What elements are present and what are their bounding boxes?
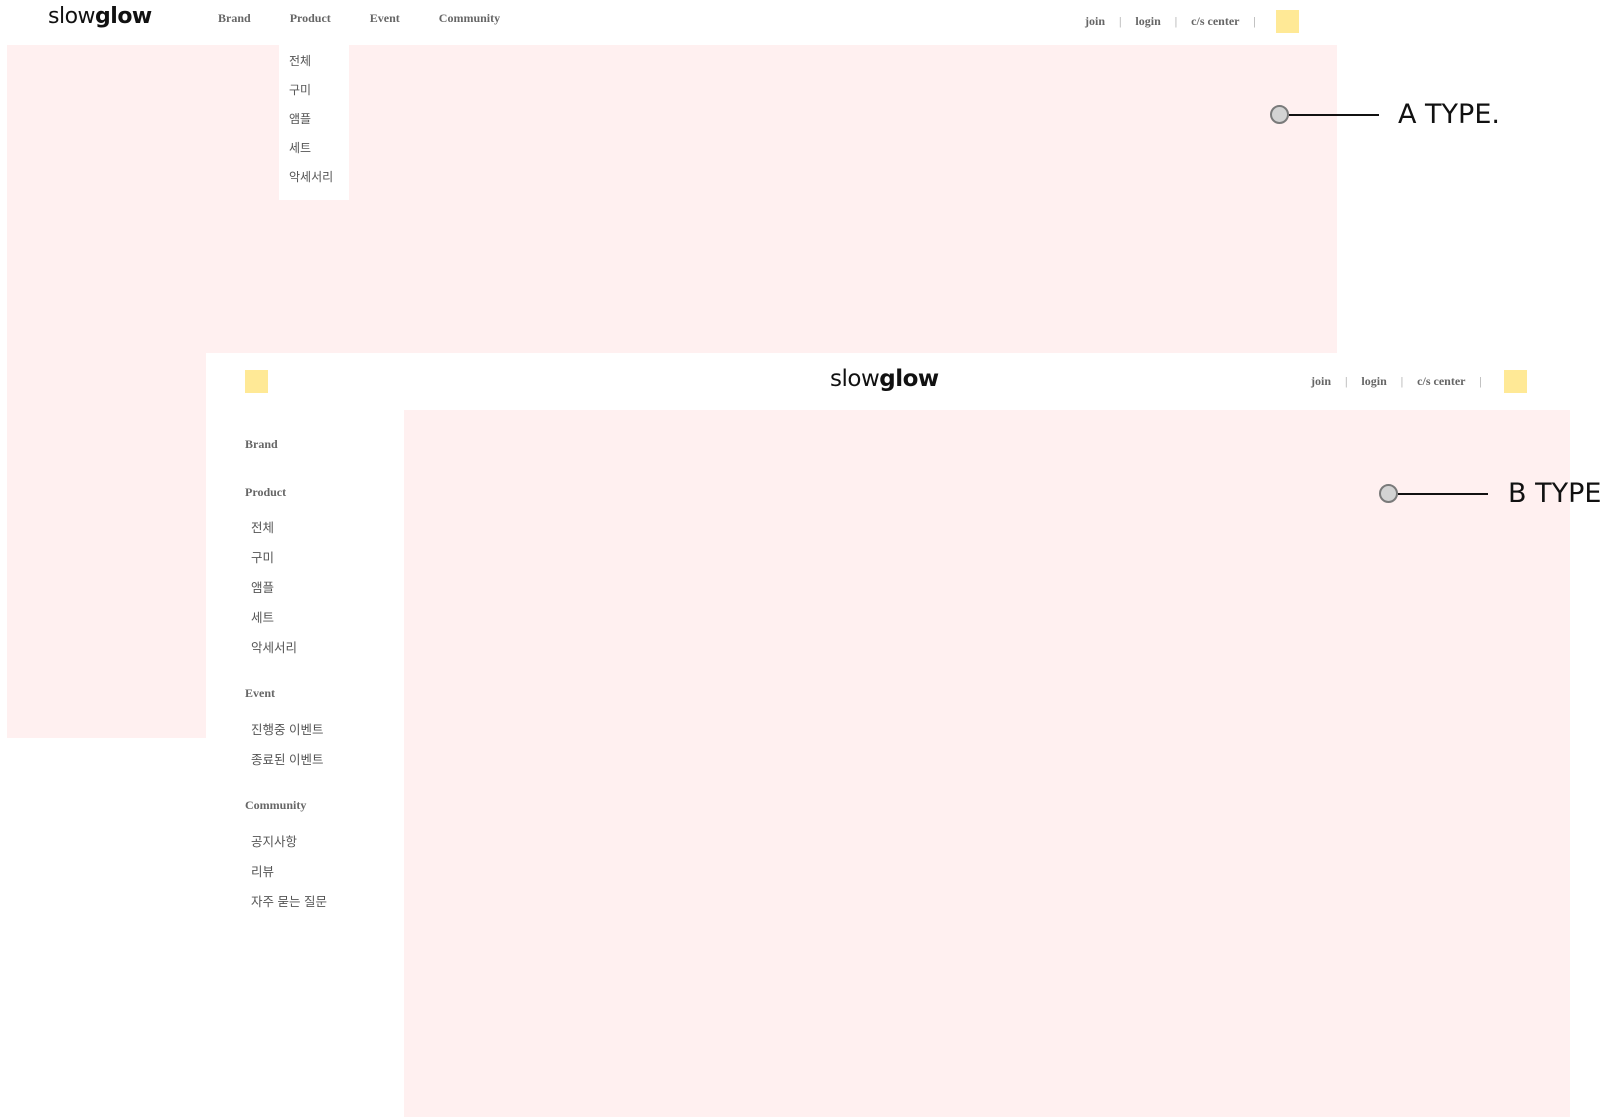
- nav-brand[interactable]: Brand: [218, 11, 251, 26]
- cs-center-link[interactable]: c/s center: [1417, 374, 1465, 389]
- sidebar-item-accessory[interactable]: 악세서리: [245, 637, 395, 686]
- separator: |: [1119, 14, 1122, 28]
- sidebar-item-review[interactable]: 리뷰: [245, 861, 395, 891]
- annotation-label: A TYPE.: [1398, 99, 1500, 130]
- annotation-label: B TYPE.: [1508, 478, 1603, 509]
- sidebar-item-notice[interactable]: 공지사항: [245, 831, 395, 861]
- nav-community[interactable]: Community: [439, 11, 500, 26]
- join-link[interactable]: join: [1311, 374, 1331, 389]
- login-link[interactable]: login: [1135, 14, 1160, 29]
- sidebar-item-ampoule[interactable]: 앰플: [245, 577, 395, 607]
- a-type-nav: Brand Product Event Community: [218, 11, 539, 26]
- dropdown-item-ampoule[interactable]: 앰플: [279, 111, 349, 140]
- a-type-logo[interactable]: slowglow: [48, 4, 152, 29]
- sidebar-item-set[interactable]: 세트: [245, 607, 395, 637]
- placeholder-square-icon[interactable]: [1275, 10, 1299, 33]
- sidebar-item-gummy[interactable]: 구미: [245, 547, 395, 577]
- annotation-a-type: A TYPE.: [1270, 99, 1500, 130]
- placeholder-square-icon[interactable]: [245, 370, 268, 393]
- nav-event[interactable]: Event: [370, 11, 400, 26]
- sidebar-item-all[interactable]: 전체: [245, 517, 395, 547]
- separator: |: [1253, 14, 1256, 28]
- b-type-logo[interactable]: slowglow: [830, 366, 939, 392]
- sidebar-item-faq[interactable]: 자주 묻는 질문: [245, 891, 395, 921]
- separator: |: [1174, 14, 1178, 28]
- sidebar-cat-brand[interactable]: Brand: [245, 437, 395, 485]
- sidebar-cat-community[interactable]: Community: [245, 798, 395, 831]
- a-type-util-links: join | login | c/s center |: [1085, 10, 1299, 33]
- dropdown-item-set[interactable]: 세트: [279, 140, 349, 169]
- sidebar-cat-event[interactable]: Event: [245, 686, 395, 719]
- sidebar-cat-product[interactable]: Product: [245, 485, 395, 517]
- dropdown-item-accessory[interactable]: 악세서리: [279, 169, 349, 198]
- b-type-util-links: join | login | c/s center |: [1311, 370, 1527, 393]
- annotation-line: [1289, 113, 1379, 116]
- b-type-content-area: [404, 410, 1570, 1117]
- product-dropdown: 전체 구미 앰플 세트 악세서리: [279, 45, 349, 200]
- dropdown-item-gummy[interactable]: 구미: [279, 82, 349, 111]
- nav-product[interactable]: Product: [290, 11, 331, 26]
- placeholder-square-icon[interactable]: [1503, 370, 1527, 393]
- cs-center-link[interactable]: c/s center: [1191, 14, 1239, 29]
- separator: |: [1345, 374, 1348, 388]
- annotation-b-type: B TYPE.: [1379, 478, 1603, 509]
- dropdown-item-all[interactable]: 전체: [279, 53, 349, 82]
- join-link[interactable]: join: [1085, 14, 1105, 29]
- sidebar-item-ended-event[interactable]: 종료된 이벤트: [245, 749, 395, 798]
- annotation-dot-icon: [1379, 484, 1398, 503]
- annotation-dot-icon: [1270, 105, 1289, 124]
- separator: |: [1400, 374, 1404, 388]
- login-link[interactable]: login: [1361, 374, 1386, 389]
- separator: |: [1479, 374, 1482, 388]
- sidebar-item-ongoing-event[interactable]: 진행중 이벤트: [245, 719, 395, 749]
- a-type-header: slowglow Brand Product Event Community j…: [0, 0, 1340, 44]
- annotation-line: [1398, 492, 1488, 495]
- b-type-sidebar: Brand Product 전체 구미 앰플 세트 악세서리 Event 진행중…: [245, 437, 395, 921]
